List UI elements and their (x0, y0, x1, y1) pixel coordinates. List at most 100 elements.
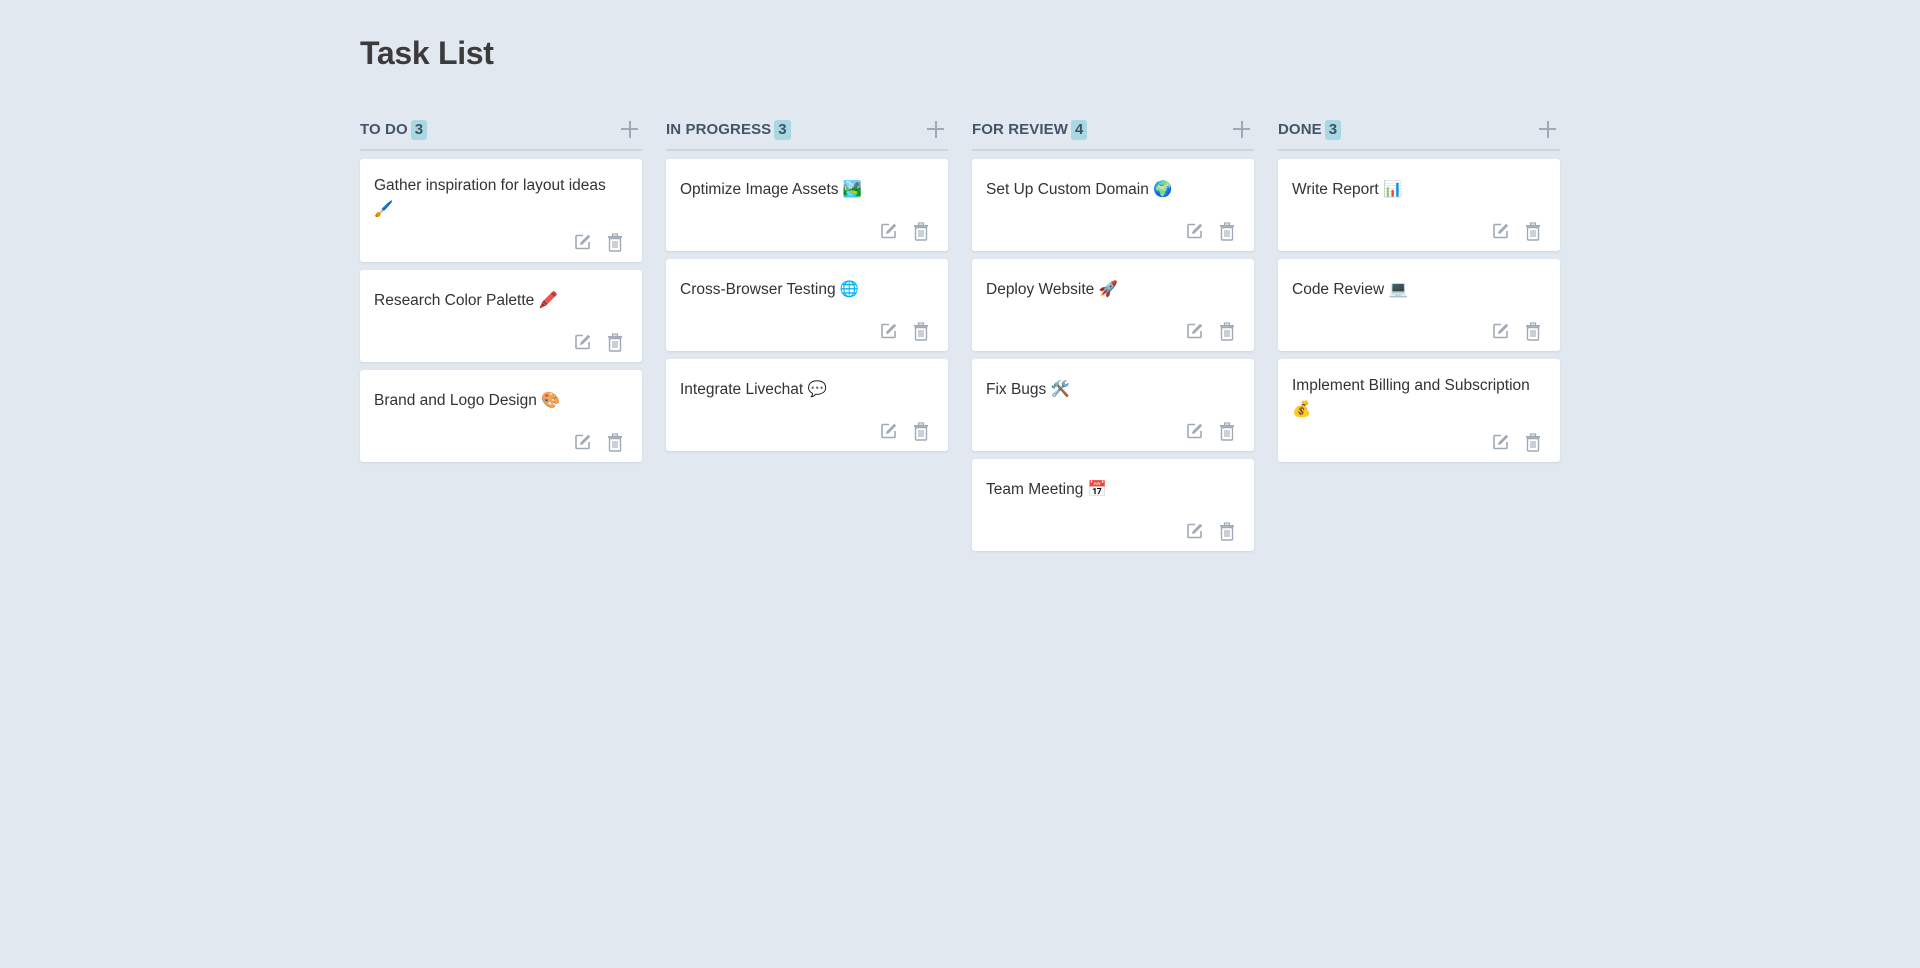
task-card[interactable]: Deploy Website 🚀 (972, 259, 1254, 351)
edit-icon (575, 334, 591, 350)
trash-icon (1220, 421, 1234, 441)
edit-button[interactable] (573, 432, 593, 452)
delete-button[interactable] (1523, 321, 1543, 341)
column-header: TO DO 3 (360, 118, 642, 151)
task-card[interactable]: Set Up Custom Domain 🌍 (972, 159, 1254, 251)
task-card[interactable]: Research Color Palette 🖍️ (360, 270, 642, 362)
task-board-app: Task List TO DO 3 Gather inspiration for… (360, 0, 1560, 551)
task-title: Gather inspiration for layout ideas 🖌️ (374, 177, 606, 218)
delete-button[interactable] (1217, 521, 1237, 541)
delete-button[interactable] (605, 432, 625, 452)
delete-button[interactable] (911, 421, 931, 441)
task-title: Fix Bugs 🛠️ (986, 381, 1070, 398)
trash-icon (1526, 321, 1540, 341)
edit-icon (881, 323, 897, 339)
trash-icon (914, 321, 928, 341)
column-for-review: FOR REVIEW 4 Set Up Custom Domain 🌍 Depl… (972, 118, 1254, 551)
edit-button[interactable] (1491, 321, 1511, 341)
trash-icon (608, 432, 622, 452)
edit-button[interactable] (1185, 321, 1205, 341)
edit-button[interactable] (1491, 432, 1511, 452)
edit-button[interactable] (1185, 221, 1205, 241)
edit-button[interactable] (1185, 421, 1205, 441)
edit-icon (1187, 523, 1203, 539)
column-in-progress: IN PROGRESS 3 Optimize Image Assets 🏞️ C… (666, 118, 948, 551)
card-actions (986, 521, 1240, 541)
add-task-button[interactable] (926, 120, 946, 140)
task-title: Integrate Livechat 💬 (680, 381, 827, 398)
column-header: IN PROGRESS 3 (666, 118, 948, 151)
task-title: Deploy Website 🚀 (986, 281, 1118, 298)
delete-button[interactable] (605, 332, 625, 352)
edit-button[interactable] (1185, 521, 1205, 541)
task-title: Write Report 📊 (1292, 181, 1403, 198)
column-title: TO DO (360, 121, 408, 138)
column-title: FOR REVIEW (972, 121, 1069, 138)
column-title: DONE (1278, 121, 1322, 138)
task-title: Code Review 💻 (1292, 281, 1408, 298)
delete-button[interactable] (1217, 321, 1237, 341)
add-task-button[interactable] (1232, 120, 1252, 140)
card-actions (374, 232, 628, 252)
task-card[interactable]: Optimize Image Assets 🏞️ (666, 159, 948, 251)
trash-icon (1220, 221, 1234, 241)
delete-button[interactable] (1217, 221, 1237, 241)
edit-button[interactable] (879, 421, 899, 441)
card-actions (986, 321, 1240, 341)
board: TO DO 3 Gather inspiration for layout id… (360, 118, 1560, 551)
task-title: Research Color Palette 🖍️ (374, 292, 558, 309)
column-done: DONE 3 Write Report 📊 Code Review 💻 Impl… (1278, 118, 1560, 551)
card-actions (1292, 432, 1546, 452)
trash-icon (1220, 321, 1234, 341)
card-list: Set Up Custom Domain 🌍 Deploy Website 🚀 … (972, 159, 1254, 551)
task-card[interactable]: Integrate Livechat 💬 (666, 359, 948, 451)
task-title: Team Meeting 📅 (986, 481, 1107, 498)
column-to-do: TO DO 3 Gather inspiration for layout id… (360, 118, 642, 551)
edit-button[interactable] (879, 221, 899, 241)
task-title: Brand and Logo Design 🎨 (374, 392, 561, 409)
task-card[interactable]: Brand and Logo Design 🎨 (360, 370, 642, 462)
delete-button[interactable] (1523, 432, 1543, 452)
task-title: Optimize Image Assets 🏞️ (680, 181, 863, 198)
trash-icon (1526, 432, 1540, 452)
card-actions (1292, 321, 1546, 341)
edit-button[interactable] (573, 232, 593, 252)
edit-icon (1187, 223, 1203, 239)
delete-button[interactable] (605, 232, 625, 252)
delete-button[interactable] (1217, 421, 1237, 441)
edit-icon (1493, 323, 1509, 339)
column-title-wrap: TO DO 3 (360, 119, 428, 140)
edit-button[interactable] (879, 321, 899, 341)
edit-button[interactable] (573, 332, 593, 352)
edit-button[interactable] (1491, 221, 1511, 241)
task-card[interactable]: Write Report 📊 (1278, 159, 1560, 251)
card-actions (680, 421, 934, 441)
task-card[interactable]: Fix Bugs 🛠️ (972, 359, 1254, 451)
trash-icon (914, 221, 928, 241)
task-card[interactable]: Cross-Browser Testing 🌐 (666, 259, 948, 351)
column-header: DONE 3 (1278, 118, 1560, 151)
task-card[interactable]: Team Meeting 📅 (972, 459, 1254, 551)
trash-icon (608, 232, 622, 252)
card-actions (374, 332, 628, 352)
edit-icon (1493, 434, 1509, 450)
delete-button[interactable] (911, 221, 931, 241)
edit-icon (575, 234, 591, 250)
task-card[interactable]: Code Review 💻 (1278, 259, 1560, 351)
task-card[interactable]: Implement Billing and Subscription 💰 (1278, 359, 1560, 462)
task-title: Cross-Browser Testing 🌐 (680, 281, 860, 298)
card-actions (986, 421, 1240, 441)
card-list: Gather inspiration for layout ideas 🖌️ R… (360, 159, 642, 462)
column-title-wrap: DONE 3 (1278, 119, 1342, 140)
edit-icon (881, 423, 897, 439)
card-actions (986, 221, 1240, 241)
delete-button[interactable] (1523, 221, 1543, 241)
card-actions (374, 432, 628, 452)
card-actions (1292, 221, 1546, 241)
trash-icon (608, 332, 622, 352)
task-title: Set Up Custom Domain 🌍 (986, 181, 1173, 198)
add-task-button[interactable] (1538, 120, 1558, 140)
task-card[interactable]: Gather inspiration for layout ideas 🖌️ (360, 159, 642, 262)
delete-button[interactable] (911, 321, 931, 341)
add-task-button[interactable] (620, 120, 640, 140)
